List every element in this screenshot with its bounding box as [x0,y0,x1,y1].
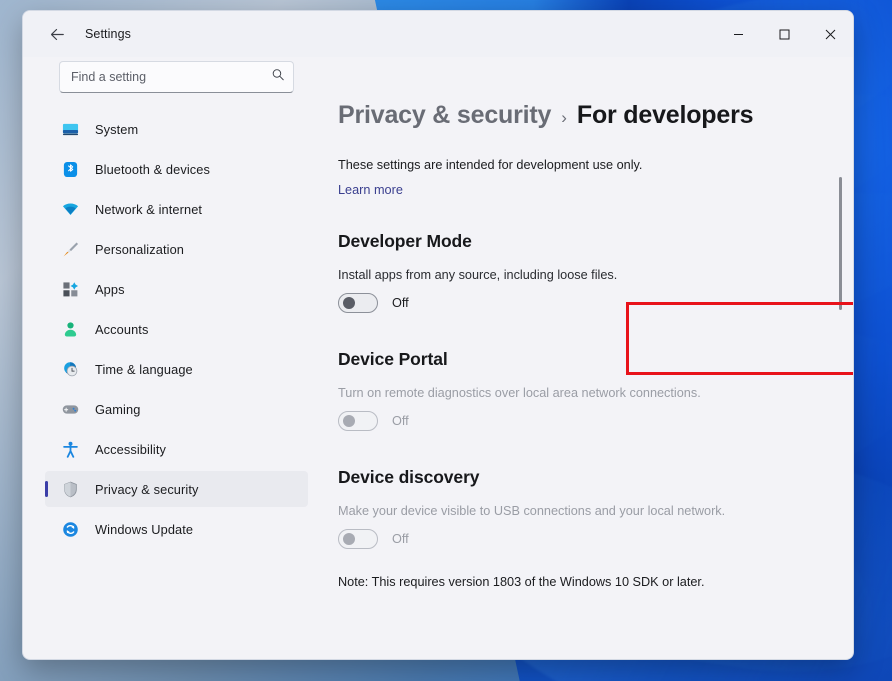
wifi-icon [61,200,79,218]
toggle-state-label: Off [392,414,409,428]
search-input[interactable] [59,61,294,93]
update-refresh-icon [61,520,79,538]
gamepad-icon [61,400,79,418]
sidebar-item-label: Accounts [95,321,149,337]
sdk-note-text: Note: This requires version 1803 of the … [338,575,705,589]
breadcrumb-parent-link[interactable]: Privacy & security [338,101,551,130]
device-portal-toggle[interactable] [338,411,378,431]
search-box [59,61,294,93]
close-button[interactable] [807,11,853,57]
sidebar-item-privacy-security[interactable]: Privacy & security [45,471,308,507]
app-title: Settings [85,27,131,41]
settings-window: Settings Find a setting System Bluetooth… [22,10,854,660]
bluetooth-icon [61,160,79,178]
section-description: Turn on remote diagnostics over local ar… [338,386,701,400]
sidebar-nav: System Bluetooth & devices Network & int… [37,111,316,547]
developer-mode-toggle[interactable] [338,293,378,313]
learn-more-link[interactable]: Learn more [338,183,403,197]
sidebar: System Bluetooth & devices [23,57,330,659]
sidebar-item-bluetooth-devices[interactable]: Bluetooth & devices [45,151,308,187]
sidebar-item-network-internet[interactable]: Network & internet [45,191,308,227]
sidebar-item-label: Gaming [95,401,141,417]
minimize-icon [733,33,743,35]
device-discovery-toggle[interactable] [338,529,378,549]
shield-icon [61,480,79,498]
minimize-button[interactable] [715,11,761,57]
section-description: Make your device visible to USB connecti… [338,504,726,518]
title-bar: Settings [23,11,853,57]
sidebar-item-label: Privacy & security [95,481,199,497]
toggle-state-label: Off [392,296,409,310]
toggle-row: Off [338,293,813,313]
sidebar-item-gaming[interactable]: Gaming [45,391,308,427]
paintbrush-icon [61,240,79,258]
section-developer-mode: Developer Mode Install apps from any sou… [338,231,813,313]
back-button[interactable] [37,18,77,50]
window-caption-buttons [715,11,853,57]
content-pane: Privacy & security › For developers Thes… [330,57,853,659]
content-scrollbar[interactable] [835,167,847,649]
sidebar-item-personalization[interactable]: Personalization [45,231,308,267]
section-device-discovery: Device discovery Make your device visibl… [338,467,813,549]
close-icon [825,29,835,39]
sidebar-item-label: Accessibility [95,441,166,457]
maximize-icon [779,29,789,39]
toggle-knob [343,533,355,545]
sidebar-item-label: Apps [95,281,125,297]
section-title: Developer Mode [338,231,472,251]
intro-text: These settings are intended for developm… [338,158,643,172]
person-icon [61,320,79,338]
chevron-right-icon: › [561,108,567,127]
section-device-portal: Device Portal Turn on remote diagnostics… [338,349,813,431]
accessibility-person-icon [61,440,79,458]
sidebar-item-accessibility[interactable]: Accessibility [45,431,308,467]
toggle-row: Off [338,529,813,549]
toggle-state-label: Off [392,532,409,546]
section-title: Device discovery [338,467,480,487]
window-body: System Bluetooth & devices [23,57,853,659]
section-description: Install apps from any source, including … [338,268,618,282]
toggle-row: Off [338,411,813,431]
clock-globe-icon [61,360,79,378]
monitor-icon [61,120,79,138]
section-title: Device Portal [338,349,448,369]
page-title: For developers [576,101,754,129]
toggle-knob [343,415,355,427]
sidebar-item-time-language[interactable]: Time & language [45,351,308,387]
sidebar-item-label: Network & internet [95,201,203,217]
sidebar-item-label: Windows Update [95,521,194,537]
apps-grid-icon [61,280,79,298]
sidebar-item-label: Bluetooth & devices [95,161,211,177]
sidebar-item-apps[interactable]: Apps [45,271,308,307]
breadcrumb: Privacy & security › For developers [338,101,813,130]
toggle-knob [343,297,355,309]
maximize-button[interactable] [761,11,807,57]
sidebar-item-label: Personalization [95,241,184,257]
sidebar-item-label: Time & language [95,361,193,377]
sidebar-item-system[interactable]: System [45,111,308,147]
scrollbar-thumb[interactable] [839,177,842,310]
arrow-left-icon [50,28,64,40]
sidebar-item-accounts[interactable]: Accounts [45,311,308,347]
sidebar-item-windows-update[interactable]: Windows Update [45,511,308,547]
sidebar-item-label: System [95,121,139,137]
